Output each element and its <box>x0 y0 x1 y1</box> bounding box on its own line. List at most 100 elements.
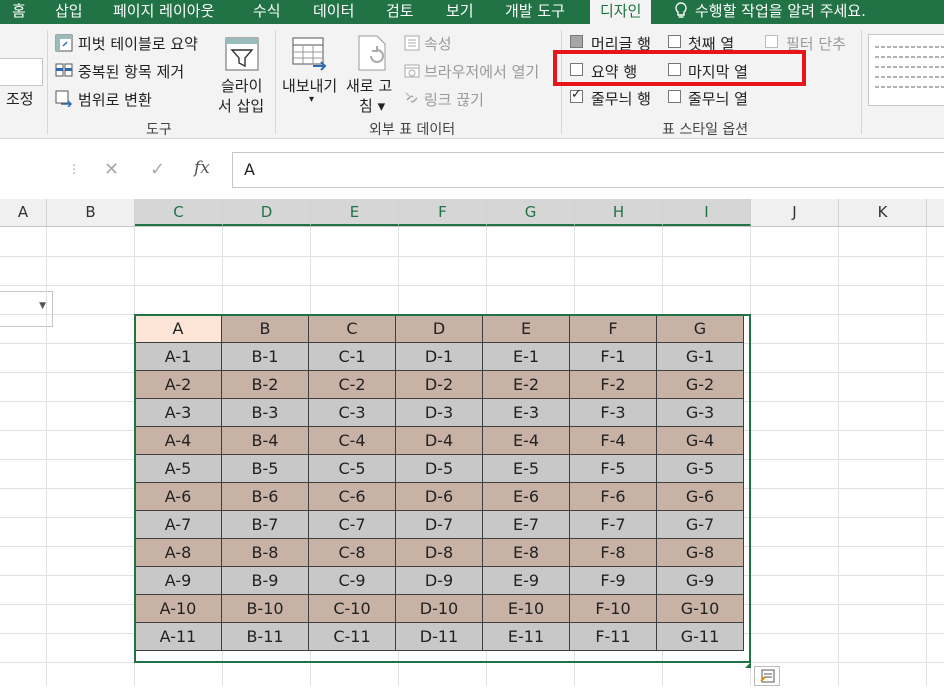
table-cell[interactable]: D-11 <box>395 622 483 651</box>
table-cell[interactable]: A-3 <box>134 398 222 427</box>
remove-duplicates-button[interactable]: 중복된 항목 제거 <box>78 61 184 82</box>
table-cell[interactable]: D-5 <box>395 454 483 483</box>
table-cell[interactable]: B-3 <box>221 398 309 427</box>
column-header[interactable]: G <box>487 199 575 226</box>
table-cell[interactable]: G-1 <box>656 342 744 371</box>
refresh-button-line1[interactable]: 새로 고 <box>346 75 392 96</box>
filter-button-checkbox[interactable] <box>765 35 778 48</box>
table-name-input[interactable] <box>0 58 43 86</box>
column-header[interactable]: K <box>839 199 927 226</box>
table-cell[interactable]: G-2 <box>656 370 744 399</box>
column-header[interactable]: D <box>223 199 311 226</box>
table-cell[interactable]: E-1 <box>482 342 570 371</box>
table-cell[interactable]: B-1 <box>221 342 309 371</box>
table-cell[interactable]: A-2 <box>134 370 222 399</box>
table-cell[interactable]: A-11 <box>134 622 222 651</box>
drag-handle-icon[interactable]: ⋮ <box>68 162 80 176</box>
table-cell[interactable]: F-3 <box>569 398 657 427</box>
table-cell[interactable]: D-3 <box>395 398 483 427</box>
column-header[interactable]: I <box>663 199 751 226</box>
table-cell[interactable]: G-7 <box>656 510 744 539</box>
table-cell[interactable]: C-2 <box>308 370 396 399</box>
table-cell[interactable]: A-7 <box>134 510 222 539</box>
table-cell[interactable]: C-5 <box>308 454 396 483</box>
table-cell[interactable]: E-11 <box>482 622 570 651</box>
column-header[interactable]: F <box>399 199 487 226</box>
column-header[interactable]: C <box>135 199 223 226</box>
quick-analysis-button[interactable] <box>754 666 780 686</box>
table-cell[interactable]: A-5 <box>134 454 222 483</box>
table-header-cell[interactable]: G <box>656 314 744 343</box>
table-cell[interactable]: F-4 <box>569 426 657 455</box>
table-cell[interactable]: C-9 <box>308 566 396 595</box>
insert-slicer-button-line1[interactable]: 슬라이 <box>221 75 262 96</box>
formula-input[interactable]: A <box>232 152 944 188</box>
table-cell[interactable]: C-3 <box>308 398 396 427</box>
table-style-gallery[interactable] <box>868 34 944 106</box>
unlink-button[interactable]: 링크 끊기 <box>424 89 484 110</box>
table-cell[interactable]: D-10 <box>395 594 483 623</box>
table-cell[interactable]: E-7 <box>482 510 570 539</box>
tab-page-layout[interactable]: 페이지 레이아웃 <box>113 0 214 24</box>
cancel-icon[interactable]: ✕ <box>104 159 119 180</box>
table-cell[interactable]: E-3 <box>482 398 570 427</box>
table-cell[interactable]: C-7 <box>308 510 396 539</box>
resize-table-button[interactable]: 조정 <box>6 88 34 109</box>
column-header[interactable]: E <box>311 199 399 226</box>
export-button[interactable]: 내보내기 <box>282 75 337 96</box>
properties-button[interactable]: 속성 <box>424 33 452 54</box>
table-resize-handle[interactable] <box>745 656 751 668</box>
tell-me-search[interactable]: 수행할 작업을 알려 주세요. <box>695 0 866 24</box>
column-header[interactable]: J <box>751 199 839 226</box>
tab-developer[interactable]: 개발 도구 <box>505 0 565 24</box>
table-cell[interactable]: B-5 <box>221 454 309 483</box>
table-header-cell[interactable]: D <box>395 314 483 343</box>
table-cell[interactable]: E-2 <box>482 370 570 399</box>
table-cell[interactable]: F-7 <box>569 510 657 539</box>
pivot-summary-button[interactable]: 피벗 테이블로 요약 <box>78 33 198 54</box>
table-cell[interactable]: E-9 <box>482 566 570 595</box>
table-cell[interactable]: F-11 <box>569 622 657 651</box>
table-cell[interactable]: D-6 <box>395 482 483 511</box>
table-cell[interactable]: A-10 <box>134 594 222 623</box>
column-header[interactable]: B <box>47 199 135 226</box>
table-cell[interactable]: F-9 <box>569 566 657 595</box>
first-column-checkbox[interactable] <box>668 35 681 48</box>
table-cell[interactable]: E-10 <box>482 594 570 623</box>
tab-view[interactable]: 보기 <box>446 0 474 24</box>
table-cell[interactable]: G-8 <box>656 538 744 567</box>
table-cell[interactable]: B-11 <box>221 622 309 651</box>
banded-columns-checkbox[interactable] <box>668 90 681 103</box>
banded-columns-label[interactable]: 줄무늬 열 <box>688 88 748 109</box>
table-cell[interactable]: B-9 <box>221 566 309 595</box>
table-cell[interactable]: F-1 <box>569 342 657 371</box>
table-cell[interactable]: A-9 <box>134 566 222 595</box>
table-cell[interactable]: D-8 <box>395 538 483 567</box>
table-cell[interactable]: D-7 <box>395 510 483 539</box>
table-cell[interactable]: A-6 <box>134 482 222 511</box>
insert-slicer-button-line2[interactable]: 서 삽입 <box>218 95 264 116</box>
table-cell[interactable]: F-2 <box>569 370 657 399</box>
table-cell[interactable]: G-3 <box>656 398 744 427</box>
table-cell[interactable]: B-10 <box>221 594 309 623</box>
table-cell[interactable]: G-11 <box>656 622 744 651</box>
column-header[interactable]: A <box>0 199 47 226</box>
table-cell[interactable]: F-8 <box>569 538 657 567</box>
tab-formulas[interactable]: 수식 <box>253 0 281 24</box>
table-cell[interactable]: G-6 <box>656 482 744 511</box>
table-header-cell[interactable]: E <box>482 314 570 343</box>
header-row-checkbox[interactable] <box>570 35 583 48</box>
table-cell[interactable]: F-5 <box>569 454 657 483</box>
table-cell[interactable]: C-1 <box>308 342 396 371</box>
insert-function-icon[interactable]: fx <box>194 158 210 178</box>
convert-to-range-button[interactable]: 범위로 변환 <box>78 89 152 110</box>
table-cell[interactable]: B-4 <box>221 426 309 455</box>
refresh-button-line2[interactable]: 침 ▾ <box>359 95 385 116</box>
open-in-browser-button[interactable]: 브라우저에서 열기 <box>424 61 539 82</box>
table-cell[interactable]: D-1 <box>395 342 483 371</box>
tab-home[interactable]: 홈 <box>12 0 26 24</box>
table-cell[interactable]: F-10 <box>569 594 657 623</box>
table-cell[interactable]: F-6 <box>569 482 657 511</box>
export-dropdown-arrow[interactable]: ▾ <box>309 94 314 105</box>
table-cell[interactable]: G-9 <box>656 566 744 595</box>
